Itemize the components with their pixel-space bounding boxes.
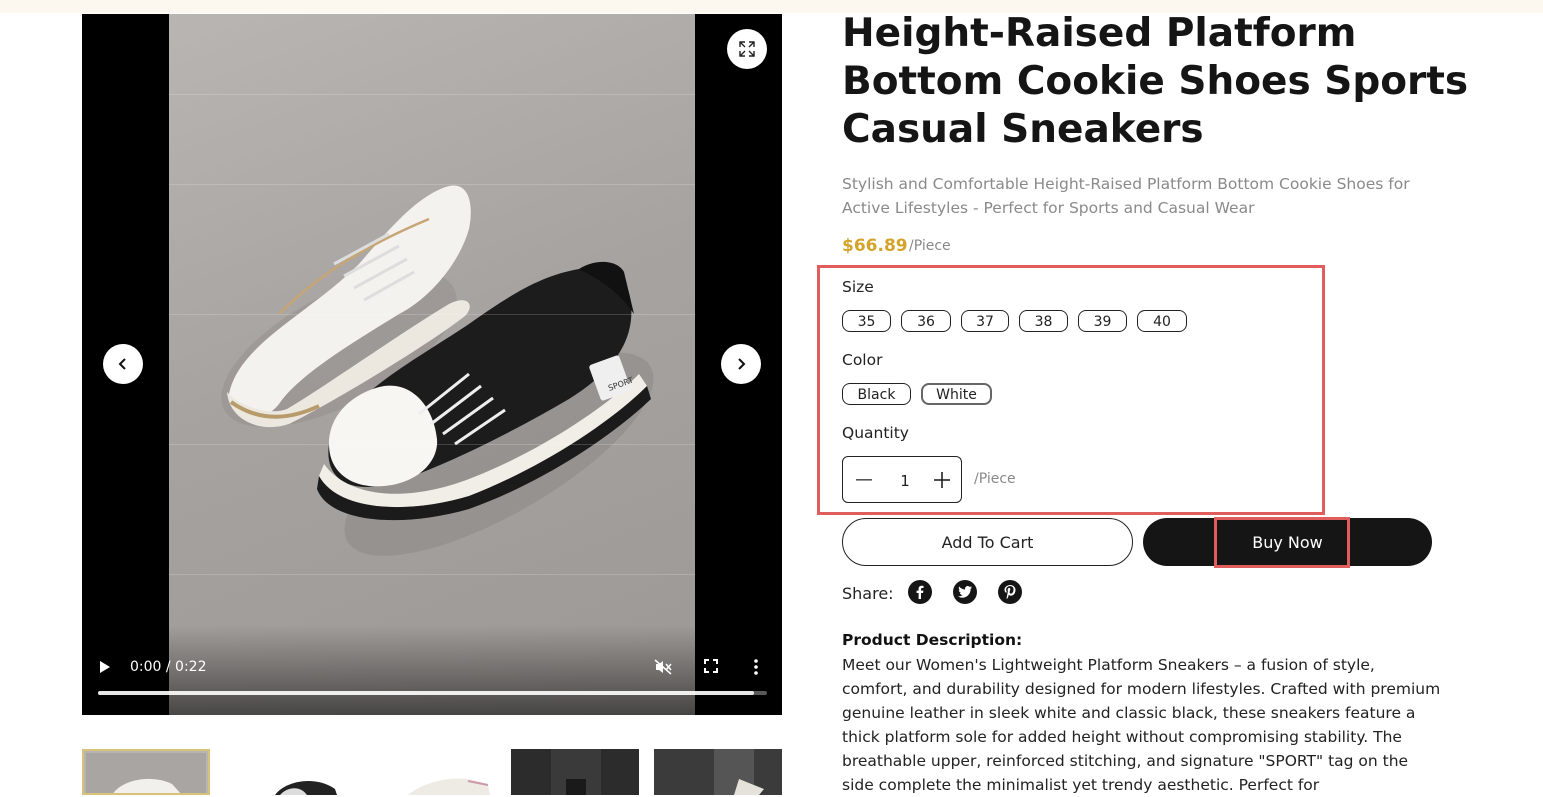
- video-progress-bar[interactable]: [98, 691, 767, 695]
- description-text: Meet our Women's Lightweight Platform Sn…: [842, 656, 1441, 794]
- color-option-black[interactable]: Black: [842, 383, 911, 405]
- size-option-35[interactable]: 35: [842, 310, 891, 332]
- plus-icon[interactable]: [929, 467, 955, 493]
- quantity-unit: /Piece: [974, 471, 1016, 487]
- thumbnail-3[interactable]: [368, 749, 496, 795]
- chevron-left-icon: [118, 358, 126, 370]
- sneakers-illustration: SPORT: [221, 185, 654, 556]
- product-title: Height-Raised Platform Bottom Cookie Sho…: [842, 11, 1469, 152]
- description-title: Product Description:: [842, 631, 1023, 649]
- quantity-stepper: [842, 456, 962, 503]
- buy-now-highlight-box: [1214, 517, 1350, 568]
- minus-icon[interactable]: [851, 467, 877, 493]
- twitter-icon[interactable]: [953, 580, 977, 604]
- facebook-icon[interactable]: [908, 580, 932, 604]
- size-label: Size: [842, 278, 874, 296]
- color-label: Color: [842, 351, 883, 369]
- thumbnail-1[interactable]: [82, 749, 210, 795]
- product-price: $66.89: [842, 236, 908, 256]
- muted-volume-icon[interactable]: [654, 659, 672, 679]
- expand-icon[interactable]: [727, 29, 767, 69]
- more-options-icon[interactable]: [754, 659, 758, 679]
- size-option-37[interactable]: 37: [961, 310, 1009, 332]
- product-subtitle: Stylish and Comfortable Height-Raised Pl…: [842, 175, 1410, 217]
- thumbnail-4[interactable]: [511, 749, 639, 795]
- pinterest-icon[interactable]: [998, 580, 1022, 604]
- price-unit: /Piece: [909, 238, 951, 254]
- chevron-right-icon: [738, 358, 746, 370]
- size-option-39[interactable]: 39: [1078, 310, 1127, 332]
- color-option-white[interactable]: White: [921, 383, 992, 405]
- fullscreen-icon[interactable]: [704, 659, 718, 677]
- product-image: SPORT: [169, 14, 695, 715]
- next-image-button[interactable]: [721, 344, 761, 384]
- share-label: Share:: [842, 584, 894, 603]
- thumbnail-2[interactable]: [225, 749, 353, 795]
- quantity-label: Quantity: [842, 424, 909, 442]
- add-to-cart-button[interactable]: Add To Cart: [842, 518, 1133, 566]
- video-progress-fill: [98, 691, 754, 695]
- size-option-40[interactable]: 40: [1137, 310, 1187, 332]
- thumbnail-5[interactable]: [654, 749, 782, 795]
- quantity-input[interactable]: [881, 468, 929, 494]
- video-time: 0:00 / 0:22: [130, 659, 207, 675]
- play-icon[interactable]: [98, 659, 112, 679]
- previous-image-button[interactable]: [103, 344, 143, 384]
- size-option-38[interactable]: 38: [1019, 310, 1068, 332]
- thumbnail-strip: [82, 749, 782, 795]
- product-video-player[interactable]: SPORT 0:00 / 0:22: [82, 14, 782, 715]
- size-option-36[interactable]: 36: [901, 310, 951, 332]
